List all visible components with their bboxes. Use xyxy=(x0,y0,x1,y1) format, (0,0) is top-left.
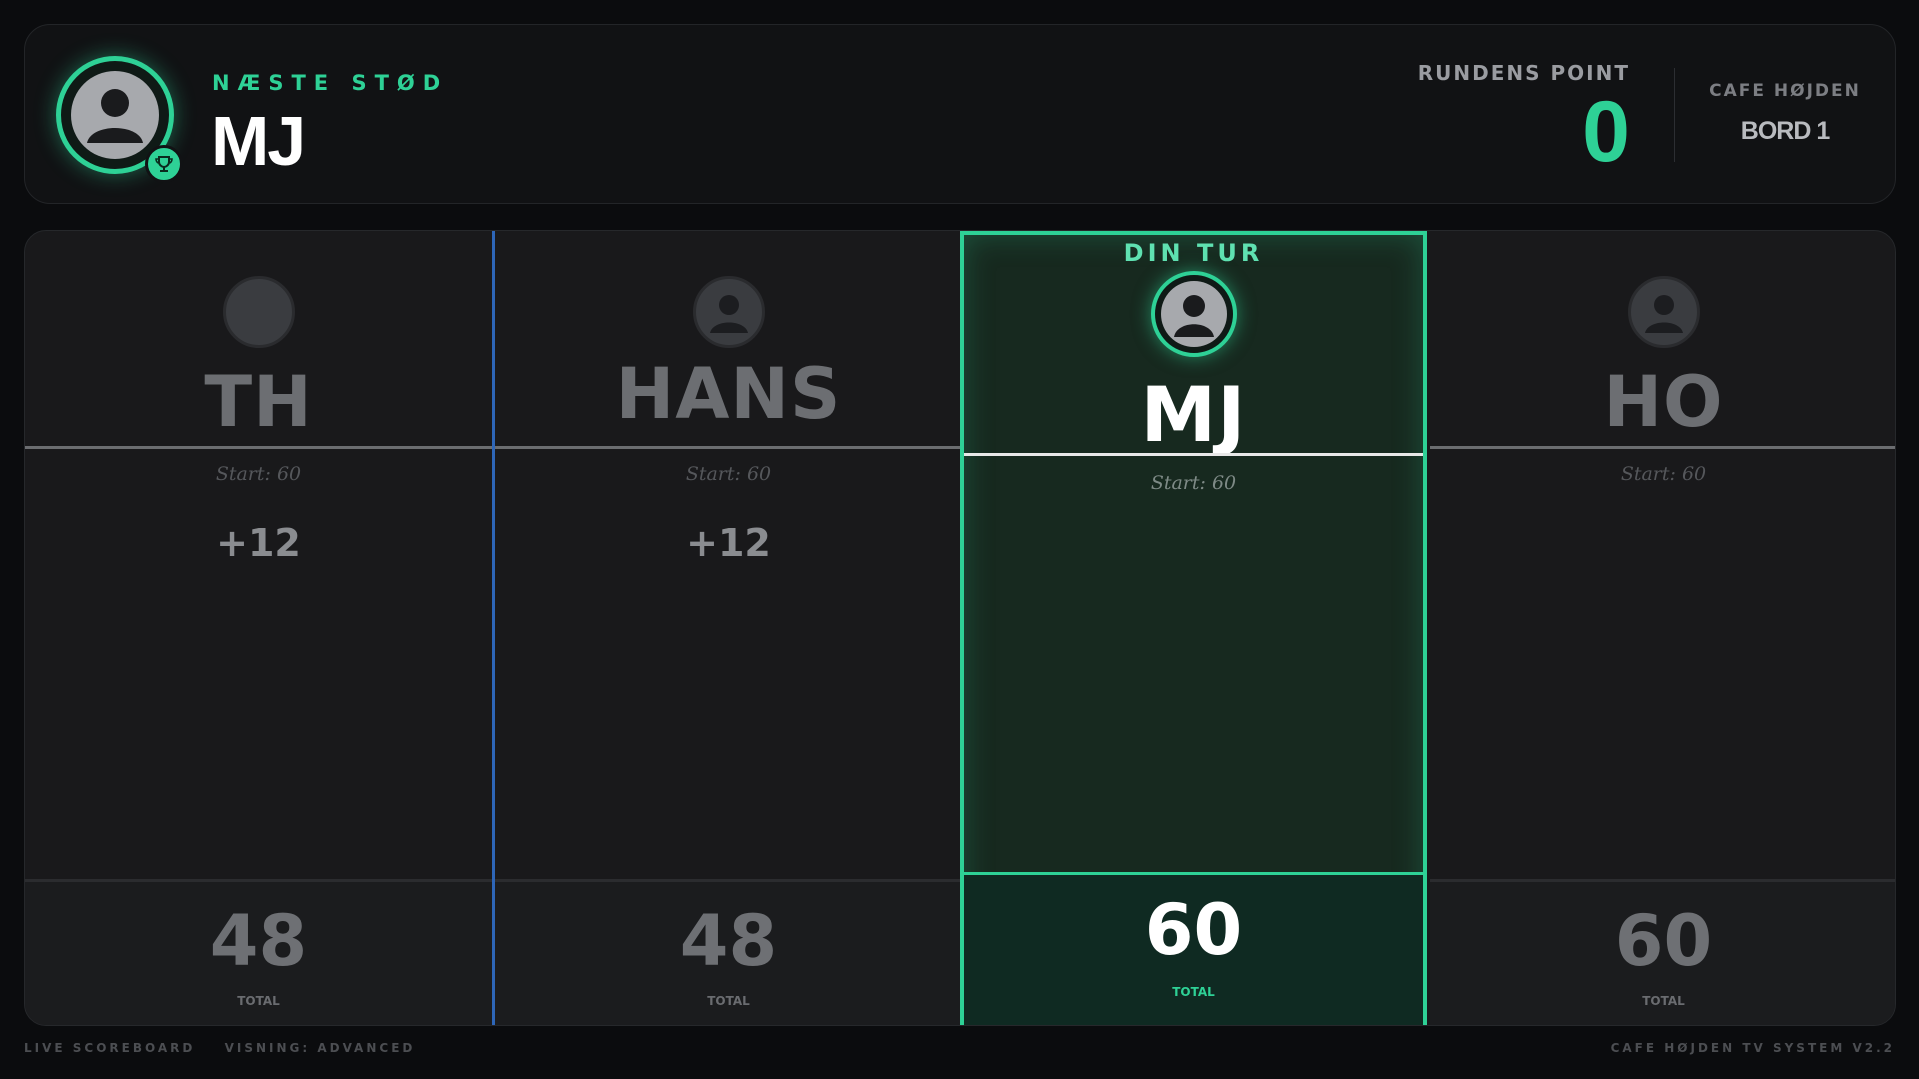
user-icon xyxy=(71,71,159,159)
user-icon xyxy=(1627,276,1700,348)
scoreboard: TH Start: 60 +12 48 TOTAL HANS Start: 60… xyxy=(24,230,1896,1026)
player-column-th: TH Start: 60 +12 48 TOTAL xyxy=(25,231,492,1025)
player-total-label: TOTAL xyxy=(707,994,750,1008)
header-bar: NÆSTE STØD MJ RUNDENS POINT 0 CAFE HØJDE… xyxy=(24,24,1896,204)
round-points-label: RUNDENS POINT xyxy=(1417,61,1630,85)
player-total-panel: 60 TOTAL xyxy=(964,872,1423,1025)
player-photo-avatar xyxy=(222,276,295,348)
player-total: 60 xyxy=(1144,889,1243,971)
player-start-score: Start: 60 xyxy=(215,463,302,485)
player-name: MJ xyxy=(1140,370,1247,459)
player-total-panel: 48 TOTAL xyxy=(495,879,962,1025)
user-icon xyxy=(1150,271,1237,357)
player-start-score: Start: 60 xyxy=(1150,472,1237,494)
player-column-hans: HANS Start: 60 +12 48 TOTAL xyxy=(495,231,962,1025)
player-start-score: Start: 60 xyxy=(685,463,772,485)
header-divider xyxy=(1674,68,1675,162)
player-name: HANS xyxy=(615,353,842,435)
table-name: BORD 1 xyxy=(1740,117,1830,145)
footer-status: LIVE SCOREBOARD VISNING: ADVANCED xyxy=(24,1041,437,1055)
player-total-panel: 48 TOTAL xyxy=(25,879,492,1025)
player-total: 48 xyxy=(209,900,308,982)
view-mode-label: VISNING: ADVANCED xyxy=(224,1041,416,1055)
player-total-label: TOTAL xyxy=(1642,994,1685,1008)
your-turn-label: DIN TUR xyxy=(1123,239,1264,267)
live-scoreboard-label: LIVE SCOREBOARD xyxy=(24,1041,196,1055)
player-total: 60 xyxy=(1614,900,1713,982)
player-total-label: TOTAL xyxy=(237,994,280,1008)
player-total: 48 xyxy=(679,900,778,982)
player-total-label: TOTAL xyxy=(1172,985,1215,999)
player-round-delta: +12 xyxy=(686,521,771,565)
divider xyxy=(25,446,492,449)
system-version-label: CAFE HØJDEN TV SYSTEM V2.2 xyxy=(1610,1041,1895,1055)
player-start-score: Start: 60 xyxy=(1620,463,1707,485)
next-shot-label: NÆSTE STØD xyxy=(212,71,449,95)
user-icon xyxy=(692,276,765,348)
player-column-mj-active: DIN TUR MJ Start: 60 60 TOTAL xyxy=(960,231,1427,1025)
player-total-panel: 60 TOTAL xyxy=(1430,879,1895,1025)
divider xyxy=(1430,446,1895,449)
player-name: TH xyxy=(204,361,313,443)
divider xyxy=(964,453,1423,456)
divider xyxy=(495,446,962,449)
round-points-value: 0 xyxy=(1582,84,1630,180)
player-round-delta: +12 xyxy=(216,521,301,565)
next-player-name: MJ xyxy=(211,102,306,180)
player-column-ho: HO Start: 60 60 TOTAL xyxy=(1430,231,1895,1025)
venue-label: CAFE HØJDEN xyxy=(1709,81,1861,101)
player-name: HO xyxy=(1603,361,1724,443)
trophy-icon xyxy=(145,145,183,183)
